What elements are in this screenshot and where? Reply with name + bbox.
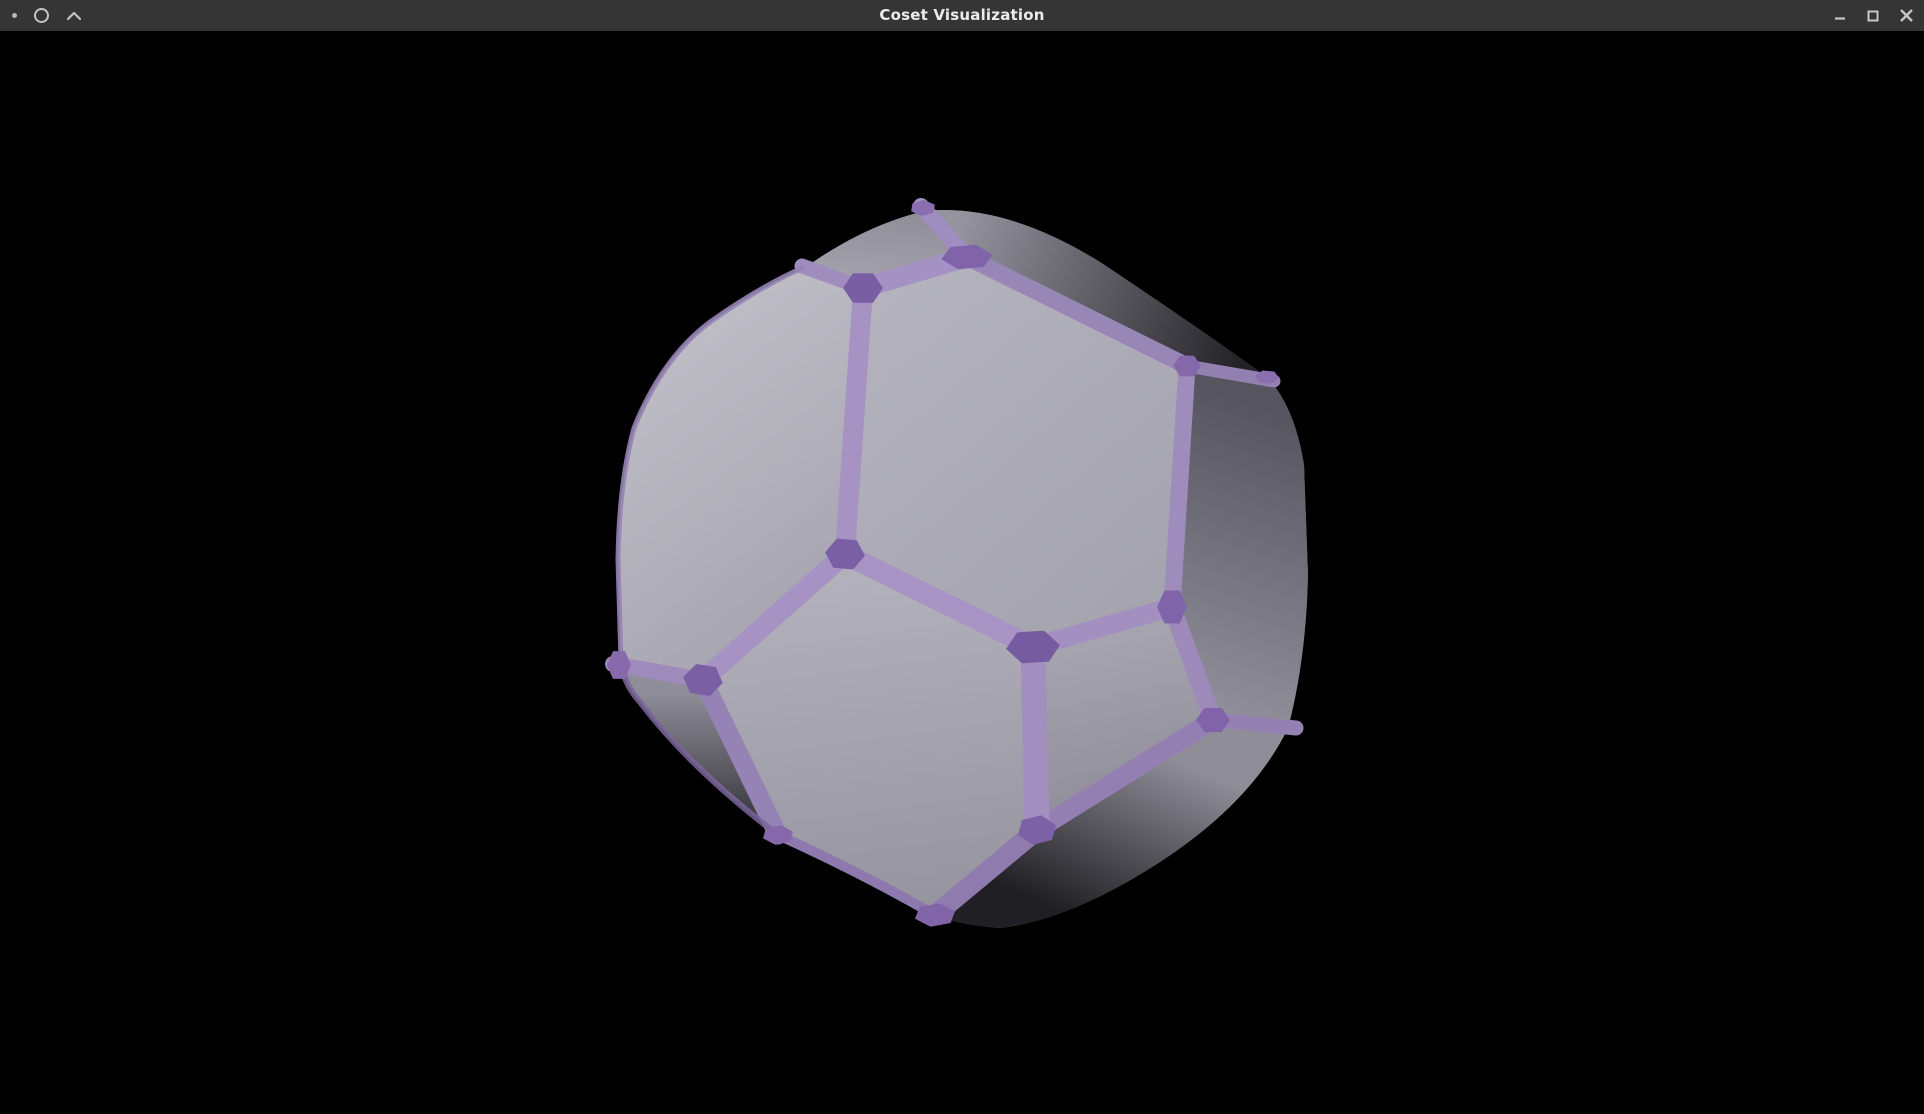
titlebar-left-icons: [8, 0, 86, 31]
chevron-up-icon[interactable]: [62, 9, 86, 23]
app-window: Coset Visualization: [0, 0, 1924, 1114]
minimize-button[interactable]: [1829, 7, 1851, 25]
maximize-button[interactable]: [1862, 7, 1884, 25]
polyhedron-faces: [618, 210, 1308, 928]
polyhedron-edge: [1033, 647, 1037, 830]
polyhedron-canvas: [0, 0, 1924, 1114]
window-title: Coset Visualization: [879, 0, 1044, 31]
dot-icon[interactable]: [8, 11, 21, 20]
3d-viewport[interactable]: [0, 0, 1924, 1114]
circle-icon[interactable]: [30, 6, 53, 25]
titlebar: Coset Visualization: [0, 0, 1924, 31]
window-controls: [1829, 0, 1918, 31]
close-button[interactable]: [1895, 6, 1918, 25]
